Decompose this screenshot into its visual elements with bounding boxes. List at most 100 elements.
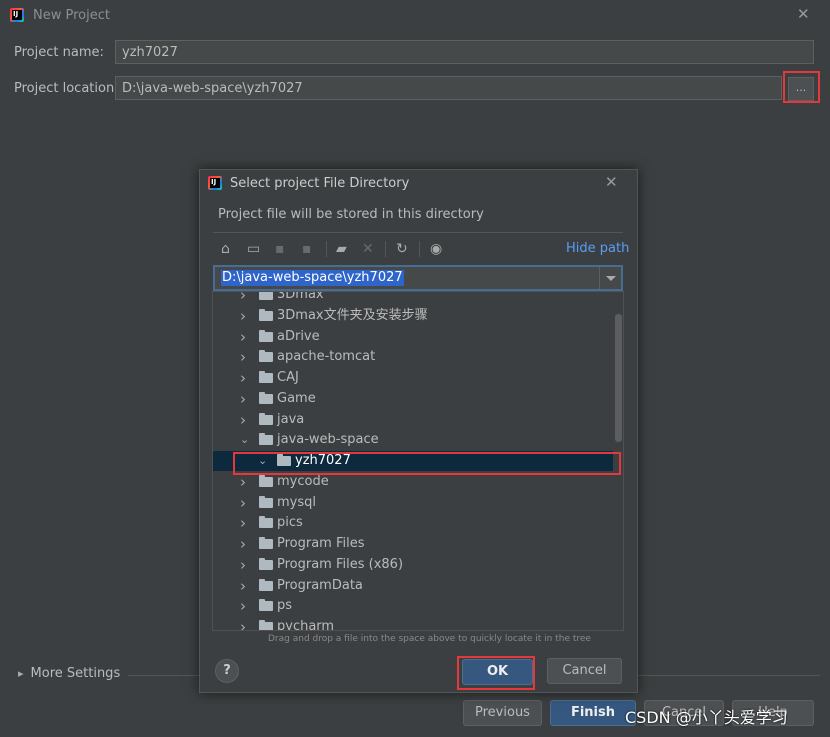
show-hidden-icon[interactable]: ◉ [430, 241, 442, 257]
tree-row[interactable]: › ps [213, 596, 613, 616]
separator [213, 232, 623, 233]
chevron-right-icon: ▸ [18, 667, 24, 680]
folder-icon [259, 350, 273, 363]
chevron-right-icon[interactable]: › [240, 327, 250, 347]
folder-icon [259, 371, 273, 383]
dialog-close-icon[interactable]: ✕ [605, 175, 618, 190]
tree-scrollbar[interactable] [615, 314, 622, 442]
chevron-right-icon[interactable]: › [240, 576, 250, 596]
project-location-label: Project location: [14, 81, 119, 96]
toolbar-separator [326, 241, 327, 257]
chevron-right-icon[interactable]: › [240, 389, 250, 409]
tree-row[interactable]: › apache-tomcat [213, 347, 613, 367]
finish-button[interactable]: Finish [550, 700, 636, 726]
folder-icon [259, 391, 273, 404]
chevron-right-icon[interactable]: › [240, 596, 250, 616]
desktop-icon[interactable]: ▭ [247, 241, 260, 257]
folder-icon [259, 308, 273, 321]
chevron-right-icon[interactable]: › [240, 534, 250, 554]
tree-item-label: ps [277, 598, 293, 614]
folder-icon [259, 557, 273, 570]
tree-row[interactable]: › CAJ [213, 368, 613, 388]
tree-item-label: java [277, 411, 305, 427]
module-folder-icon[interactable]: ▪ [302, 241, 312, 257]
tree-row[interactable]: › 3Dmax文件夹及安装步骤 [213, 306, 613, 326]
tree-item-label: apache-tomcat [277, 349, 376, 365]
refresh-icon[interactable]: ↻ [396, 241, 408, 257]
hide-path-link[interactable]: Hide path [566, 241, 629, 256]
dialog-help-button[interactable]: ? [215, 659, 239, 683]
dialog-cancel-button[interactable]: Cancel [547, 658, 622, 684]
dialog-title: Select project File Directory [230, 176, 410, 191]
more-settings-label: More Settings [30, 666, 121, 681]
tree-item-label: java-web-space [277, 432, 379, 448]
tree-item-label: Program Files (x86) [277, 556, 404, 572]
path-input[interactable]: D:\java-web-space\yzh7027 [221, 270, 404, 286]
tree-item-label: mysql [277, 494, 316, 510]
tree-row[interactable]: › aDrive [213, 327, 613, 347]
path-combobox[interactable]: D:\java-web-space\yzh7027 [213, 265, 623, 291]
tree-item-label: CAJ [277, 370, 299, 385]
drag-drop-hint: Drag and drop a file into the space abov… [268, 634, 591, 644]
chevron-right-icon[interactable]: › [240, 368, 250, 388]
chevron-right-icon[interactable]: › [240, 347, 250, 367]
tree-item-label: pycharm [277, 619, 335, 631]
folder-icon [259, 599, 273, 612]
browse-highlight-box [783, 71, 820, 103]
more-settings-toggle[interactable]: ▸ More Settings [18, 666, 120, 681]
folder-icon [259, 292, 273, 300]
selection-highlight-box [233, 452, 621, 475]
folder-icon [259, 495, 273, 508]
tree-row[interactable]: › Program Files (x86) [213, 555, 613, 575]
chevron-right-icon[interactable]: › [240, 306, 250, 326]
chevron-right-icon[interactable]: › [240, 292, 250, 305]
tree-row[interactable]: › pics [213, 513, 613, 533]
chevron-right-icon[interactable]: › [240, 513, 250, 533]
window-title: New Project [33, 8, 110, 23]
app-logo-icon: IJ [10, 8, 24, 22]
toolbar-separator [385, 241, 386, 257]
tree-item-label: 3Dmax [277, 291, 324, 302]
tree-row[interactable]: › ProgramData [213, 576, 613, 596]
ok-highlight-box [457, 656, 535, 690]
home-icon[interactable]: ⌂ [221, 241, 230, 257]
chevron-down-icon[interactable] [599, 267, 621, 289]
tree-item-label: Game [277, 390, 316, 406]
tree-row[interactable]: › Program Files [213, 534, 613, 554]
tree-row[interactable]: › mysql [213, 493, 613, 513]
tree-row[interactable]: › 3Dmax [213, 291, 613, 305]
folder-icon [259, 578, 273, 591]
project-location-input[interactable]: D:\java-web-space\yzh7027 [115, 76, 782, 100]
chevron-down-icon[interactable]: ⌄ [240, 430, 250, 450]
previous-button[interactable]: Previous [463, 700, 542, 726]
tree-item-label: Program Files [277, 536, 365, 551]
chevron-right-icon[interactable]: › [240, 493, 250, 513]
folder-icon [259, 516, 273, 529]
chevron-right-icon[interactable]: › [240, 410, 250, 430]
tree-row[interactable]: › java [213, 410, 613, 430]
folder-icon [259, 537, 273, 549]
watermark: CSDN @小丫头爱学习 [625, 708, 788, 727]
tree-row[interactable]: › pycharm [213, 617, 613, 631]
tree-item-label: 3Dmax文件夹及安装步骤 [277, 307, 428, 323]
chevron-right-icon[interactable]: › [240, 555, 250, 575]
project-name-label: Project name: [14, 45, 104, 60]
dialog-logo-icon: IJ [208, 176, 222, 190]
window-close-icon[interactable]: ✕ [797, 7, 810, 22]
tree-row[interactable]: ⌄ java-web-space [213, 430, 613, 450]
folder-icon [259, 329, 273, 342]
new-folder-icon[interactable]: ▰ [336, 241, 347, 257]
tree-row[interactable]: › Game [213, 389, 613, 409]
folder-icon [259, 433, 273, 446]
delete-icon[interactable]: ✕ [362, 241, 374, 257]
tree-item-label: aDrive [277, 328, 320, 344]
folder-icon [259, 620, 273, 630]
dialog-description: Project file will be stored in this dire… [218, 207, 484, 222]
tree-item-label: ProgramData [277, 577, 363, 593]
toolbar-separator [419, 241, 420, 257]
chevron-right-icon[interactable]: › [240, 617, 250, 630]
project-name-input[interactable]: yzh7027 [115, 40, 814, 64]
tree-item-label: pics [277, 515, 303, 531]
folder-icon [259, 474, 273, 487]
project-folder-icon[interactable]: ▪ [275, 241, 285, 257]
